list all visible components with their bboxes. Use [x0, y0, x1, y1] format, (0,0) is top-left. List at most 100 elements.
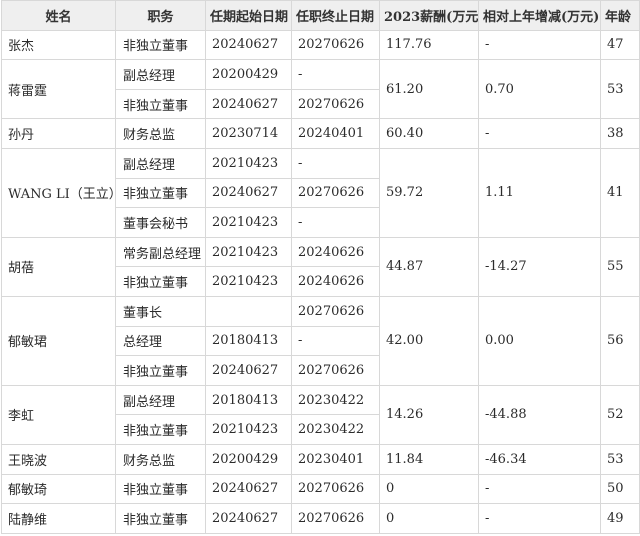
age: 38 [600, 118, 640, 149]
role-title: 非独立董事 [115, 503, 206, 534]
term-end-date: 20270626 [291, 295, 380, 327]
pay-2023: 0 [379, 503, 479, 534]
role-title: 财务总监 [115, 118, 206, 149]
term-end-date: - [291, 325, 380, 357]
age: 53 [600, 443, 640, 475]
term-end-date: 20270626 [291, 88, 380, 120]
pay-2023: 117.76 [379, 29, 479, 61]
pay-change: 0.00 [478, 295, 601, 386]
term-end-date: 20230401 [291, 443, 380, 475]
compensation-table: 姓名 职务 任期起始日期 任职终止日期 2023薪酬(万元) 相对上年增减(万元… [1, 0, 640, 534]
person-name: 胡蓓 [1, 236, 116, 297]
person-name: 蒋雷霆 [1, 59, 116, 120]
header-pay-change: 相对上年增减(万元) [478, 0, 601, 31]
role-title: 非独立董事 [115, 414, 206, 445]
term-end-date: 20230422 [291, 384, 380, 416]
term-start-date: 20210423 [205, 236, 292, 268]
term-start-date: 20180413 [205, 325, 292, 357]
pay-2023: 11.84 [379, 443, 479, 475]
table-body: 张杰 非独立董事 20240627 20270626 117.76-47 蒋雷霆 副总经理 2… [1, 29, 640, 534]
term-end-date: 20230422 [291, 414, 380, 445]
age: 56 [600, 295, 640, 386]
table-row: 陆静维 非独立董事 20240627 20270626 0-49 [1, 503, 640, 534]
term-start-date: 20210423 [205, 147, 292, 179]
role-title: 常务副总经理 [115, 236, 206, 268]
role-title: 非独立董事 [115, 177, 206, 209]
role-title: 非独立董事 [115, 355, 206, 386]
pay-2023: 60.40 [379, 118, 479, 149]
term-end-date: 20270626 [291, 355, 380, 386]
role-title: 副总经理 [115, 147, 206, 179]
person-name: 陆静维 [1, 503, 116, 534]
role-title: 非独立董事 [115, 88, 206, 120]
term-end-date: 20240626 [291, 236, 380, 268]
pay-change: - [478, 118, 601, 149]
pay-change: -14.27 [478, 236, 601, 297]
role-title: 非独立董事 [115, 266, 206, 297]
age: 50 [600, 473, 640, 505]
table-row: 郁敏琦 非独立董事 20240627 20270626 0-50 [1, 473, 640, 505]
table-row: 孙丹 财务总监 20230714 20240401 60.40-38 [1, 118, 640, 149]
term-end-date: 20270626 [291, 29, 380, 61]
term-start-date: 20200429 [205, 59, 292, 90]
term-start-date: 20210423 [205, 414, 292, 445]
term-end-date: 20270626 [291, 503, 380, 534]
person-name: 孙丹 [1, 118, 116, 149]
age: 55 [600, 236, 640, 297]
term-start-date: 20240627 [205, 177, 292, 209]
table-row: 蒋雷霆 副总经理 20200429-61.20 0.70 53 [1, 59, 640, 120]
term-start-date: 20200429 [205, 443, 292, 475]
person-name: 李虹 [1, 384, 116, 445]
person-name: 张杰 [1, 29, 116, 61]
term-end-date: 20240401 [291, 118, 380, 149]
header-age: 年龄 [600, 0, 640, 31]
person-name: WANG LI（王立） [1, 147, 116, 238]
table-row: 胡蓓 常务副总经理 20210423 20240626 44.87 -14.27 55 [1, 236, 640, 297]
person-name: 郁敏珺 [1, 295, 116, 386]
person-name: 郁敏琦 [1, 473, 116, 505]
pay-change: 1.11 [478, 147, 601, 238]
term-end-date: - [291, 147, 380, 179]
term-start-date: 20240627 [205, 29, 292, 61]
age: 52 [600, 384, 640, 445]
term-start-date: 20240627 [205, 503, 292, 534]
table-row: 王晓波 财务总监 20200429 20230401 11.84 -46.34 53 [1, 443, 640, 475]
pay-2023: 44.87 [379, 236, 479, 297]
header-role: 职务 [115, 0, 206, 31]
header-start-date: 任期起始日期 [205, 0, 292, 31]
term-start-date: 20210423 [205, 207, 292, 238]
term-end-date: - [291, 207, 380, 238]
pay-change: - [478, 29, 601, 61]
role-title: 总经理 [115, 325, 206, 357]
table-row: 郁敏珺 董事长 20270626 42.00 0.00 56 [1, 295, 640, 386]
term-start-date: 20210423 [205, 266, 292, 297]
pay-change: -46.34 [478, 443, 601, 475]
role-title: 非独立董事 [115, 473, 206, 505]
table-row: WANG LI（王立） 副总经理 20210423-59.72 1.11 41 [1, 147, 640, 238]
pay-2023: 61.20 [379, 59, 479, 120]
role-title: 董事长 [115, 295, 206, 327]
term-start-date: 20180413 [205, 384, 292, 416]
role-title: 副总经理 [115, 59, 206, 90]
age: 41 [600, 147, 640, 238]
header-row: 姓名 职务 任期起始日期 任职终止日期 2023薪酬(万元) 相对上年增减(万元… [1, 0, 640, 31]
person-name: 王晓波 [1, 443, 116, 475]
term-end-date: - [291, 59, 380, 90]
term-start-date [205, 295, 292, 327]
role-title: 非独立董事 [115, 29, 206, 61]
role-title: 董事会秘书 [115, 207, 206, 238]
header-pay-2023: 2023薪酬(万元) [379, 0, 479, 31]
age: 47 [600, 29, 640, 61]
age: 49 [600, 503, 640, 534]
pay-change: -44.88 [478, 384, 601, 445]
term-end-date: 20270626 [291, 177, 380, 209]
role-title: 财务总监 [115, 443, 206, 475]
pay-2023: 0 [379, 473, 479, 505]
pay-2023: 42.00 [379, 295, 479, 386]
header-end-date: 任职终止日期 [291, 0, 380, 31]
table-row: 李虹 副总经理 20180413 20230422 14.26 -44.88 52 [1, 384, 640, 445]
term-end-date: 20270626 [291, 473, 380, 505]
term-start-date: 20230714 [205, 118, 292, 149]
role-title: 副总经理 [115, 384, 206, 416]
header-name: 姓名 [1, 0, 116, 31]
